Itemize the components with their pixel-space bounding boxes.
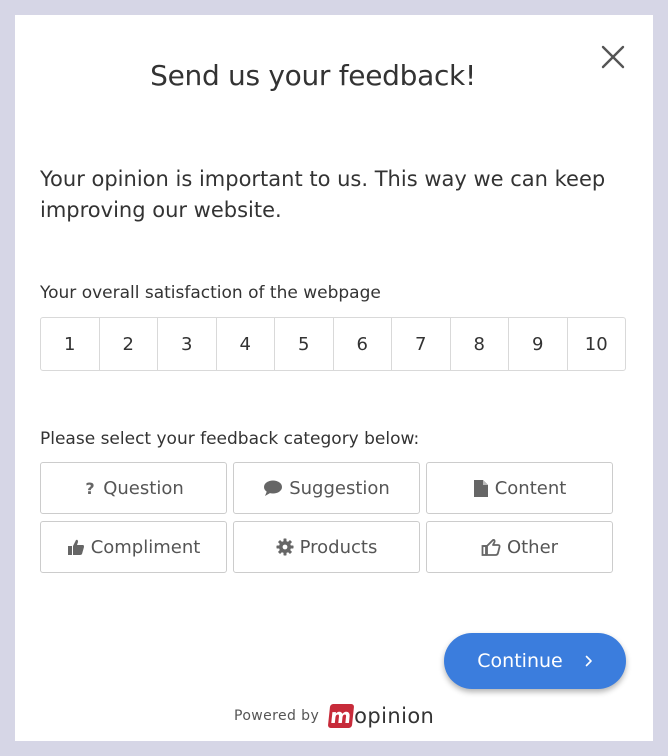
question-icon: ? [83,479,97,497]
category-label-content: Content [494,477,567,499]
gear-icon [276,538,294,556]
powered-by-footer: Powered by m opinion [234,704,434,728]
mopinion-logo-text: opinion [354,704,435,728]
category-suggestion-button[interactable]: Suggestion [233,462,420,514]
thumbs-up-icon [67,538,85,556]
category-label-other: Other [506,536,559,558]
category-other-button[interactable]: Other [426,521,613,573]
close-button[interactable] [599,43,627,71]
speech-bubble-icon [263,479,283,497]
rating-option-5[interactable]: 5 [274,318,333,370]
category-label: Please select your feedback category bel… [40,429,420,449]
pointing-hand-icon [481,538,501,556]
rating-option-4[interactable]: 4 [215,318,275,370]
feedback-modal: Send us your feedback! Your opinion is i… [15,15,653,741]
modal-title: Send us your feedback! [150,59,476,92]
rating-option-2[interactable]: 2 [98,318,158,370]
category-label-compliment: Compliment [90,536,201,558]
category-label-suggestion: Suggestion [289,477,390,499]
powered-by-text: Powered by [234,708,320,724]
rating-option-6[interactable]: 6 [332,318,392,370]
rating-option-8[interactable]: 8 [449,318,509,370]
close-icon [601,45,625,69]
intro-text: Your opinion is important to us. This wa… [40,167,606,222]
category-products-button[interactable]: Products [233,521,420,573]
mopinion-logo[interactable]: m opinion [327,704,435,728]
category-label-products: Products [299,536,378,558]
rating-label: Your overall satisfaction of the webpage [40,283,381,303]
rating-scale: 1 2 3 4 5 6 7 8 9 10 [40,317,626,371]
category-question-button[interactable]: ? Question [40,462,227,514]
category-label-question: Question [103,477,184,499]
rating-option-7[interactable]: 7 [391,318,450,370]
category-compliment-button[interactable]: Compliment [40,521,227,573]
continue-button[interactable]: Continue [444,633,626,689]
rating-option-3[interactable]: 3 [157,318,216,370]
rating-option-10[interactable]: 10 [566,318,626,370]
continue-label: Continue [477,650,563,672]
file-icon [473,479,489,498]
category-grid: ? Question Suggestion Content Compliment… [40,462,615,573]
svg-text:?: ? [86,479,95,497]
mopinion-logo-mark: m [327,704,355,728]
chevron-right-icon [585,655,593,667]
rating-option-1[interactable]: 1 [41,318,99,370]
category-content-button[interactable]: Content [426,462,613,514]
rating-option-9[interactable]: 9 [508,318,567,370]
